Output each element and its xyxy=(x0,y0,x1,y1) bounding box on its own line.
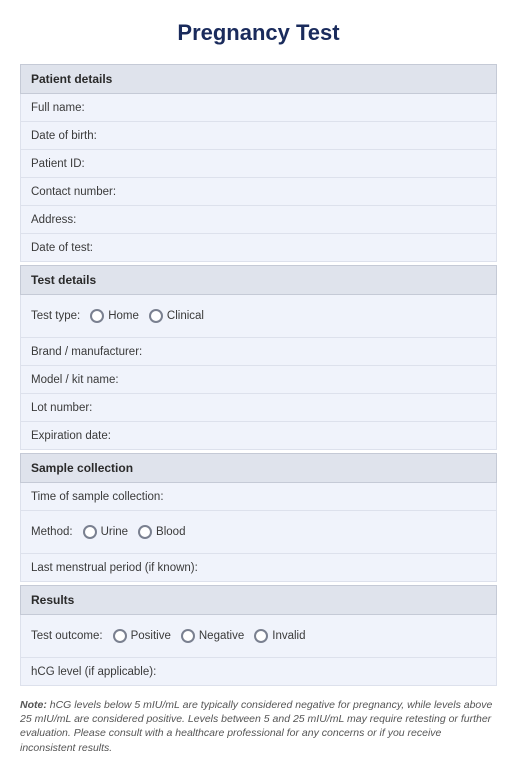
radio-negative-label: Negative xyxy=(199,630,244,642)
field-lot-number[interactable]: Lot number: xyxy=(20,394,497,422)
note-text: Note: hCG levels below 5 mIU/mL are typi… xyxy=(20,698,497,755)
field-address[interactable]: Address: xyxy=(20,206,497,234)
field-test-outcome: Test outcome: Positive Negative Invalid xyxy=(20,615,497,658)
field-test-type: Test type: Home Clinical xyxy=(20,295,497,338)
radio-urine-label: Urine xyxy=(101,526,128,538)
radio-circle-icon xyxy=(254,629,268,643)
section-header-patient: Patient details xyxy=(20,64,497,94)
radio-positive-label: Positive xyxy=(131,630,171,642)
field-date-of-birth[interactable]: Date of birth: xyxy=(20,122,497,150)
field-full-name[interactable]: Full name: xyxy=(20,94,497,122)
radio-home-label: Home xyxy=(108,310,139,322)
test-type-label: Test type: xyxy=(31,310,80,322)
field-expiration-date[interactable]: Expiration date: xyxy=(20,422,497,450)
radio-circle-icon xyxy=(138,525,152,539)
radio-clinical[interactable]: Clinical xyxy=(149,309,204,323)
radio-negative[interactable]: Negative xyxy=(181,629,244,643)
radio-circle-icon xyxy=(83,525,97,539)
field-model[interactable]: Model / kit name: xyxy=(20,366,497,394)
field-hcg-level[interactable]: hCG level (if applicable): xyxy=(20,658,497,686)
radio-circle-icon xyxy=(181,629,195,643)
note-label: Note: xyxy=(20,699,47,711)
field-method: Method: Urine Blood xyxy=(20,511,497,554)
radio-circle-icon xyxy=(90,309,104,323)
radio-invalid[interactable]: Invalid xyxy=(254,629,305,643)
page-title: Pregnancy Test xyxy=(20,20,497,46)
field-patient-id[interactable]: Patient ID: xyxy=(20,150,497,178)
radio-blood-label: Blood xyxy=(156,526,185,538)
field-brand[interactable]: Brand / manufacturer: xyxy=(20,338,497,366)
field-date-of-test[interactable]: Date of test: xyxy=(20,234,497,262)
radio-circle-icon xyxy=(149,309,163,323)
section-header-sample: Sample collection xyxy=(20,453,497,483)
section-header-test: Test details xyxy=(20,265,497,295)
radio-home[interactable]: Home xyxy=(90,309,139,323)
radio-invalid-label: Invalid xyxy=(272,630,305,642)
note-body: hCG levels below 5 mIU/mL are typically … xyxy=(20,699,492,754)
field-sample-time[interactable]: Time of sample collection: xyxy=(20,483,497,511)
radio-urine[interactable]: Urine xyxy=(83,525,128,539)
radio-clinical-label: Clinical xyxy=(167,310,204,322)
field-contact-number[interactable]: Contact number: xyxy=(20,178,497,206)
section-header-results: Results xyxy=(20,585,497,615)
radio-positive[interactable]: Positive xyxy=(113,629,171,643)
field-lmp[interactable]: Last menstrual period (if known): xyxy=(20,554,497,582)
radio-circle-icon xyxy=(113,629,127,643)
method-label: Method: xyxy=(31,526,73,538)
outcome-label: Test outcome: xyxy=(31,630,103,642)
radio-blood[interactable]: Blood xyxy=(138,525,185,539)
